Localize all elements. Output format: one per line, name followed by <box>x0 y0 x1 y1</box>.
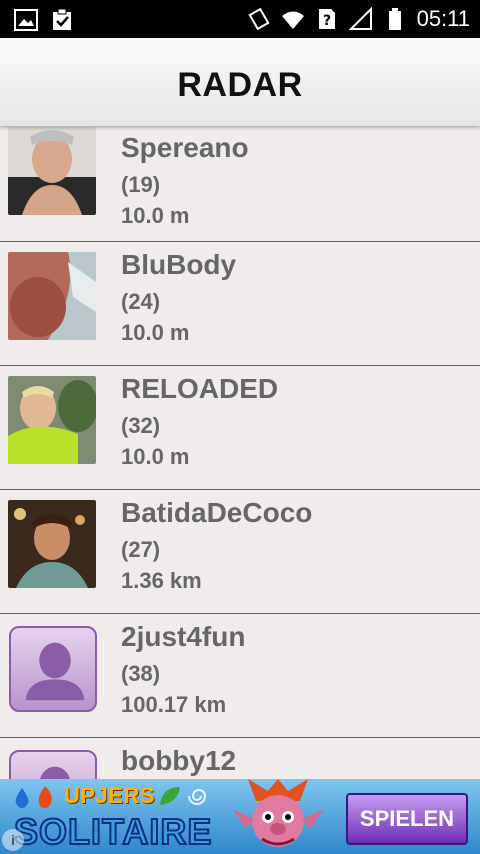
clipboard-check-icon <box>53 8 71 30</box>
list-item[interactable]: BluBody (24) 10.0 m <box>0 242 480 366</box>
app-header: RADAR <box>0 38 480 126</box>
user-name: 2just4fun <box>121 621 246 652</box>
user-age: (32) <box>121 413 161 438</box>
ad-title: SOLITAIRE <box>13 810 213 853</box>
user-distance: 1.36 km <box>121 568 202 593</box>
list-item[interactable]: Spereano (19) 10.0 m <box>0 127 480 242</box>
user-distance: 100.17 km <box>121 692 227 717</box>
user-name: RELOADED <box>121 373 279 404</box>
user-list[interactable]: Spereano (19) 10.0 m BluBody (24) 10.0 m <box>0 127 480 779</box>
ad-brand: UPJERS <box>64 783 156 808</box>
user-age: (24) <box>121 289 161 314</box>
battery-icon <box>388 8 401 30</box>
ad-play-button[interactable]: SPIELEN <box>346 793 468 845</box>
list-item[interactable]: BatidaDeCoco (27) 1.36 km <box>0 490 480 614</box>
default-avatar-icon <box>9 750 97 779</box>
info-icon[interactable]: i <box>2 829 24 851</box>
user-name: BatidaDeCoco <box>121 497 313 528</box>
leaf-icon <box>160 787 180 805</box>
vibrate-icon <box>248 7 270 31</box>
avatar <box>8 252 96 340</box>
page-title: RADAR <box>177 66 303 104</box>
user-age: (27) <box>121 537 161 562</box>
wifi-icon <box>281 11 304 29</box>
swirl-icon <box>188 789 207 805</box>
svg-text:?: ? <box>323 13 331 29</box>
gallery-notification-icon <box>14 9 38 31</box>
user-distance: 10.0 m <box>121 203 190 228</box>
sim-unknown-icon: ? <box>318 9 335 29</box>
user-name: BluBody <box>121 249 237 280</box>
avatar <box>8 500 96 588</box>
list-item[interactable]: RELOADED (32) 10.0 m <box>0 366 480 490</box>
avatar <box>8 376 96 464</box>
troll-character-icon <box>232 779 324 847</box>
default-avatar-icon <box>9 626 97 712</box>
list-item[interactable]: 2just4fun (38) 100.17 km <box>0 614 480 738</box>
status-bar: ? 05:11 <box>0 0 480 38</box>
water-drop-icon <box>15 788 29 808</box>
user-distance: 10.0 m <box>121 320 190 345</box>
ad-banner[interactable]: UPJERS SOLITAIRE SPIELEN i <box>0 779 480 854</box>
user-age: (19) <box>121 172 161 197</box>
user-name: Spereano <box>121 132 249 163</box>
cell-signal-icon <box>348 7 372 30</box>
avatar <box>8 127 96 215</box>
status-time: 05:11 <box>416 6 470 31</box>
user-distance: 10.0 m <box>121 444 190 469</box>
fire-icon <box>38 786 52 808</box>
user-name: bobby12 <box>121 745 237 776</box>
list-item[interactable]: bobby12 <box>0 738 480 779</box>
user-age: (38) <box>121 661 161 686</box>
